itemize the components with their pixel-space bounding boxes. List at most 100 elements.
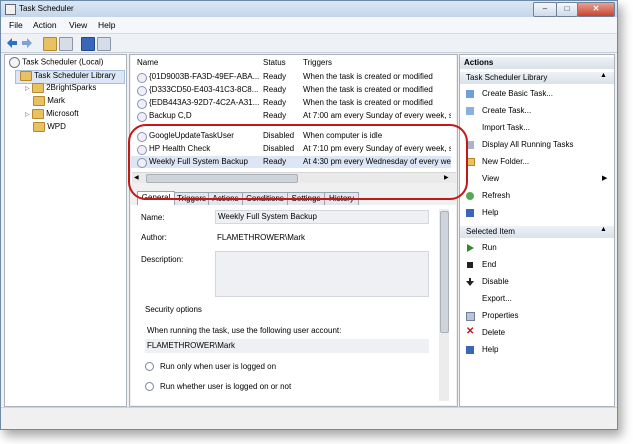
vertical-scrollbar[interactable] xyxy=(439,209,449,401)
task-name-field[interactable]: Weekly Full System Backup xyxy=(215,210,429,224)
action-pane-icon[interactable] xyxy=(97,37,111,51)
create-basic-task-icon xyxy=(466,90,474,98)
action-display-running-tasks[interactable]: Display All Running Tasks xyxy=(460,139,614,152)
minimize-button[interactable]: – xyxy=(533,2,557,17)
collapse-arrow-icon[interactable]: ▲ xyxy=(600,226,607,233)
general-tab-panel: Name: Weekly Full System Backup Author: … xyxy=(131,205,456,405)
task-scheduler-window: Task Scheduler – □ ✕ File Action View He… xyxy=(0,0,618,430)
action-run[interactable]: Run xyxy=(460,242,614,255)
menu-view[interactable]: View xyxy=(69,20,87,30)
expand-arrow-icon[interactable]: ▷ xyxy=(25,112,30,118)
task-status: Ready xyxy=(263,111,287,120)
column-header-name[interactable]: Name xyxy=(137,58,158,67)
action-delete[interactable]: ✕ Delete xyxy=(460,326,614,340)
tree-folder-2brightsparks[interactable]: ▷ 2BrightSparks xyxy=(25,83,96,95)
forward-arrow-icon[interactable] xyxy=(21,37,33,49)
title-bar[interactable]: Task Scheduler – □ ✕ xyxy=(1,1,617,17)
radio-button[interactable] xyxy=(145,362,154,372)
action-label: Refresh xyxy=(482,191,511,200)
tree-root[interactable]: Task Scheduler (Local) xyxy=(9,57,103,69)
properties-icon xyxy=(466,312,475,321)
tree-folder-label: WPD xyxy=(47,122,66,132)
column-header-status[interactable]: Status xyxy=(263,58,286,67)
action-end[interactable]: End xyxy=(460,259,614,272)
security-options-title: Security options xyxy=(145,305,202,314)
up-folder-icon[interactable] xyxy=(43,37,57,51)
tree-folder-label: Mark xyxy=(47,96,66,106)
action-label: Display All Running Tasks xyxy=(482,140,574,149)
task-trigger: When the task is created or modified xyxy=(303,72,433,81)
tree-folder-microsoft[interactable]: ▷ Microsoft xyxy=(25,109,79,121)
stop-icon xyxy=(467,262,473,268)
collapse-arrow-icon[interactable]: ▲ xyxy=(600,72,607,79)
selected-item-section-header[interactable]: Selected Item ▲ xyxy=(460,226,614,238)
scroll-thumb[interactable] xyxy=(440,211,449,333)
action-create-basic-task[interactable]: Create Basic Task... xyxy=(460,88,614,101)
task-name: {EDB443A3-92D7-4C2A-A31... xyxy=(149,98,260,107)
radio-label: Run whether user is logged on or not xyxy=(160,382,292,391)
library-section-header[interactable]: Task Scheduler Library ▲ xyxy=(460,72,614,84)
tree-folder-label: Microsoft xyxy=(46,109,79,119)
action-create-task[interactable]: Create Task... xyxy=(460,105,614,118)
action-disable[interactable]: Disable xyxy=(460,276,614,289)
expand-arrow-icon[interactable]: ▷ xyxy=(25,86,30,92)
task-clock-icon xyxy=(137,73,147,83)
action-label: View xyxy=(482,174,500,183)
help-icon xyxy=(466,346,474,354)
tree-folder-wpd[interactable]: WPD xyxy=(33,122,66,134)
description-field[interactable] xyxy=(215,251,429,297)
menu-file[interactable]: File xyxy=(9,20,23,30)
menu-help[interactable]: Help xyxy=(98,20,115,30)
action-label: Create Basic Task... xyxy=(482,89,553,98)
help-icon xyxy=(466,209,474,217)
table-row[interactable]: {EDB443A3-92D7-4C2A-A31... Ready When th… xyxy=(131,97,451,109)
tree-library-label: Task Scheduler Library xyxy=(34,71,116,81)
action-label: Disable xyxy=(482,277,509,286)
highlight-ring-annotation xyxy=(128,124,468,200)
radio-logged-on-or-not[interactable]: Run whether user is logged on or not xyxy=(145,382,292,392)
tree-folder-mark[interactable]: Mark xyxy=(33,96,65,108)
author-label: Author: xyxy=(141,233,167,242)
action-properties[interactable]: Properties xyxy=(460,310,614,323)
folder-icon xyxy=(33,96,45,106)
task-trigger: At 7:00 am every Sunday of every week, s xyxy=(303,111,451,120)
actions-pane: Actions Task Scheduler Library ▲ Create … xyxy=(459,54,615,407)
table-row[interactable]: Backup C,D Ready At 7:00 am every Sunday… xyxy=(131,110,451,122)
back-arrow-icon[interactable] xyxy=(6,37,18,49)
folder-icon xyxy=(31,109,44,119)
column-header-triggers[interactable]: Triggers xyxy=(303,58,332,67)
close-button[interactable]: ✕ xyxy=(577,2,615,17)
actions-header: Actions xyxy=(460,57,614,69)
action-export[interactable]: Export... xyxy=(460,293,614,306)
library-section-label: Task Scheduler Library xyxy=(466,73,548,82)
action-help-selected[interactable]: Help xyxy=(460,344,614,357)
action-help-library[interactable]: Help xyxy=(460,207,614,220)
action-label: Help xyxy=(482,208,499,217)
radio-button[interactable] xyxy=(145,382,154,392)
radio-logged-on[interactable]: Run only when user is logged on xyxy=(145,362,277,372)
refresh-icon xyxy=(466,192,474,200)
action-new-folder[interactable]: New Folder... xyxy=(460,156,614,169)
author-value: FLAMETHROWER\Mark xyxy=(217,233,305,242)
menu-action[interactable]: Action xyxy=(33,20,57,30)
action-import-task[interactable]: Import Task... xyxy=(460,122,614,135)
task-clock-icon xyxy=(137,112,147,122)
action-refresh[interactable]: Refresh xyxy=(460,190,614,203)
action-label: Delete xyxy=(482,328,506,337)
table-row[interactable]: {01D9003B-FA3D-49EF-ABA... Ready When th… xyxy=(131,71,451,83)
help-icon[interactable] xyxy=(81,37,95,51)
tree-item-library[interactable]: Task Scheduler Library xyxy=(15,70,125,84)
folder-icon xyxy=(31,83,44,93)
radio-label: Run only when user is logged on xyxy=(160,362,277,371)
show-hide-tree-icon[interactable] xyxy=(59,37,73,51)
action-label: Import Task... xyxy=(482,123,530,132)
selected-item-label: Selected Item xyxy=(466,227,515,236)
account-prompt: When running the task, use the following… xyxy=(147,326,342,335)
run-icon xyxy=(467,244,474,252)
task-trigger: When the task is created or modified xyxy=(303,98,433,107)
task-name: {01D9003B-FA3D-49EF-ABA... xyxy=(149,72,260,81)
table-row[interactable]: {D333CD50-E403-41C3-8C8... Ready When th… xyxy=(131,84,451,96)
maximize-button[interactable]: □ xyxy=(556,2,578,17)
toolbar xyxy=(1,34,617,53)
action-view[interactable]: View ▶ xyxy=(460,173,614,186)
